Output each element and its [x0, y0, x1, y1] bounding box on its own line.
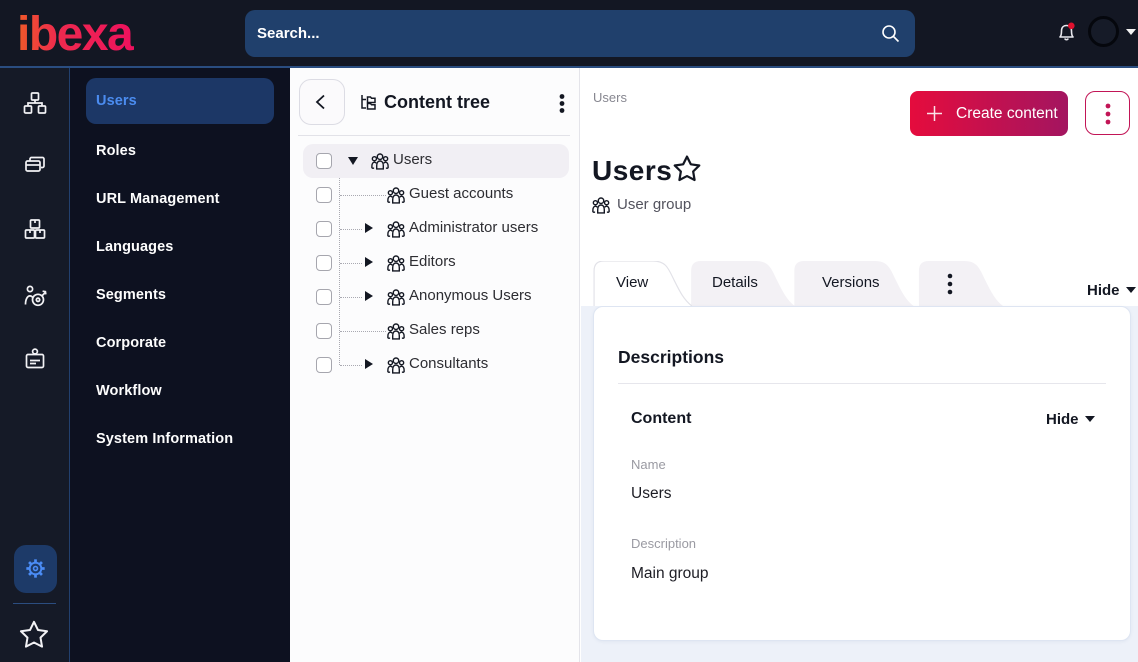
- svg-text:ibexa: ibexa: [17, 10, 134, 60]
